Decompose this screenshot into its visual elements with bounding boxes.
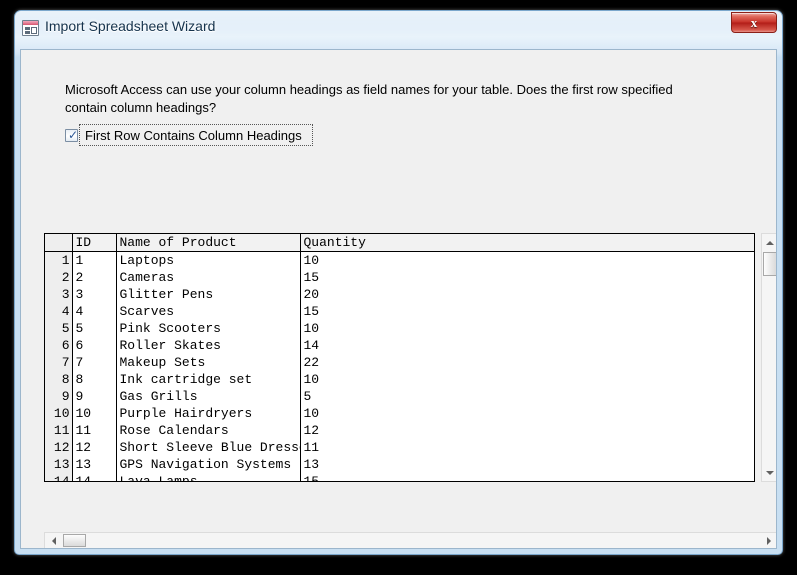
triangle-down-icon: [765, 470, 774, 475]
cell-name[interactable]: Laptops: [116, 251, 301, 269]
data-preview-grid[interactable]: ID Name of Product Quantity 1 1 Laptops 10 2…: [44, 233, 755, 482]
cell-id[interactable]: 7: [72, 354, 117, 371]
cell-id[interactable]: 6: [72, 337, 117, 354]
cell-quantity[interactable]: 14: [300, 337, 754, 354]
cell-name[interactable]: Cameras: [116, 269, 301, 286]
cell-id[interactable]: 5: [72, 320, 117, 337]
cell-id[interactable]: 13: [72, 456, 117, 473]
table-row[interactable]: 4 4 Scarves 15: [45, 303, 754, 320]
row-header-cell[interactable]: 13: [45, 456, 73, 473]
row-header-cell[interactable]: 3: [45, 286, 73, 303]
cell-id[interactable]: 4: [72, 303, 117, 320]
first-row-headings-checkbox[interactable]: ✓ First Row Contains Column Headings: [65, 124, 302, 146]
cell-quantity[interactable]: 15: [300, 473, 754, 481]
cell-id[interactable]: 9: [72, 388, 117, 405]
row-header-cell[interactable]: 6: [45, 337, 73, 354]
close-button[interactable]: x: [731, 12, 777, 33]
row-header-cell[interactable]: 2: [45, 269, 73, 286]
cell-id[interactable]: 3: [72, 286, 117, 303]
row-header-cell[interactable]: 12: [45, 439, 73, 456]
column-header-id[interactable]: ID: [72, 234, 117, 252]
cell-name[interactable]: Makeup Sets: [116, 354, 301, 371]
row-header-cell[interactable]: 7: [45, 354, 73, 371]
vertical-scroll-thumb[interactable]: [763, 252, 776, 276]
close-icon: x: [750, 15, 758, 30]
checkbox-label: First Row Contains Column Headings: [85, 127, 302, 143]
table-row[interactable]: 8 8 Ink cartridge set 10: [45, 371, 754, 388]
row-header-cell[interactable]: 1: [45, 251, 73, 269]
instruction-text: Microsoft Access can use your column hea…: [65, 82, 673, 115]
dialog-body: Microsoft Access can use your column hea…: [20, 49, 777, 549]
table-row[interactable]: 2 2 Cameras 15: [45, 269, 754, 286]
table-row[interactable]: 14 14 Lava Lamps 15: [45, 473, 754, 481]
cell-name[interactable]: Glitter Pens: [116, 286, 301, 303]
table-row[interactable]: 7 7 Makeup Sets 22: [45, 354, 754, 371]
cell-name[interactable]: Scarves: [116, 303, 301, 320]
cell-name[interactable]: GPS Navigation Systems: [116, 456, 301, 473]
spreadsheet-window-icon: [22, 20, 39, 36]
cell-name[interactable]: Pink Scooters: [116, 320, 301, 337]
cell-id[interactable]: 8: [72, 371, 117, 388]
table-row[interactable]: 3 3 Glitter Pens 20: [45, 286, 754, 303]
cell-quantity[interactable]: 10: [300, 405, 754, 422]
table-row[interactable]: 1 1 Laptops 10: [45, 251, 754, 270]
table-row[interactable]: 12 12 Short Sleeve Blue Dresses 11: [45, 439, 754, 456]
triangle-right-icon: [766, 536, 771, 545]
grid-header-row: ID Name of Product Quantity: [45, 234, 754, 252]
scroll-down-button[interactable]: [762, 464, 776, 481]
scroll-left-button[interactable]: [45, 533, 62, 548]
table-row[interactable]: 11 11 Rose Calendars 12: [45, 422, 754, 439]
table-row[interactable]: 13 13 GPS Navigation Systems 13: [45, 456, 754, 473]
cell-id[interactable]: 1: [72, 251, 117, 269]
row-header-cell[interactable]: 10: [45, 405, 73, 422]
cell-quantity[interactable]: 13: [300, 456, 754, 473]
cell-quantity[interactable]: 20: [300, 286, 754, 303]
horizontal-scroll-thumb[interactable]: [63, 534, 86, 547]
cell-id[interactable]: 12: [72, 439, 117, 456]
cell-quantity[interactable]: 15: [300, 269, 754, 286]
table-row[interactable]: 10 10 Purple Hairdryers 10: [45, 405, 754, 422]
cell-name[interactable]: Lava Lamps: [116, 473, 301, 481]
cell-id[interactable]: 2: [72, 269, 117, 286]
cell-quantity[interactable]: 10: [300, 371, 754, 388]
checkmark-icon: ✓: [68, 127, 79, 142]
triangle-up-icon: [765, 240, 774, 245]
scroll-up-button[interactable]: [762, 234, 776, 251]
cell-name[interactable]: Rose Calendars: [116, 422, 301, 439]
cell-name[interactable]: Gas Grills: [116, 388, 301, 405]
triangle-left-icon: [51, 536, 56, 545]
row-header-cell[interactable]: 8: [45, 371, 73, 388]
column-header-name[interactable]: Name of Product: [116, 234, 301, 252]
checkbox-box[interactable]: ✓: [65, 127, 79, 142]
table-row[interactable]: 5 5 Pink Scooters 10: [45, 320, 754, 337]
cell-id[interactable]: 14: [72, 473, 117, 481]
table-row[interactable]: 9 9 Gas Grills 5: [45, 388, 754, 405]
vertical-scrollbar[interactable]: [761, 233, 776, 482]
horizontal-scrollbar[interactable]: [44, 532, 776, 548]
table-row[interactable]: 6 6 Roller Skates 14: [45, 337, 754, 354]
cell-id[interactable]: 10: [72, 405, 117, 422]
cell-quantity[interactable]: 11: [300, 439, 754, 456]
cell-quantity[interactable]: 5: [300, 388, 754, 405]
cell-quantity[interactable]: 10: [300, 320, 754, 337]
dialog-window: Import Spreadsheet Wizard x Microsoft Ac…: [14, 10, 783, 555]
cell-name[interactable]: Purple Hairdryers: [116, 405, 301, 422]
cell-quantity[interactable]: 15: [300, 303, 754, 320]
row-header-cell[interactable]: 11: [45, 422, 73, 439]
cell-quantity[interactable]: 12: [300, 422, 754, 439]
row-header-cell[interactable]: 5: [45, 320, 73, 337]
cell-name[interactable]: Short Sleeve Blue Dresses: [116, 439, 301, 456]
cell-quantity[interactable]: 22: [300, 354, 754, 371]
row-header-cell[interactable]: 4: [45, 303, 73, 320]
cell-id[interactable]: 11: [72, 422, 117, 439]
row-header-cell[interactable]: 9: [45, 388, 73, 405]
cell-name[interactable]: Roller Skates: [116, 337, 301, 354]
window-title: Import Spreadsheet Wizard: [45, 18, 216, 34]
cell-quantity[interactable]: 10: [300, 252, 754, 270]
column-header-quantity[interactable]: Quantity: [300, 234, 754, 252]
cell-name[interactable]: Ink cartridge set: [116, 371, 301, 388]
scroll-right-button[interactable]: [760, 533, 776, 548]
grid-corner-cell[interactable]: [45, 234, 73, 252]
row-header-cell[interactable]: 14: [45, 473, 73, 481]
